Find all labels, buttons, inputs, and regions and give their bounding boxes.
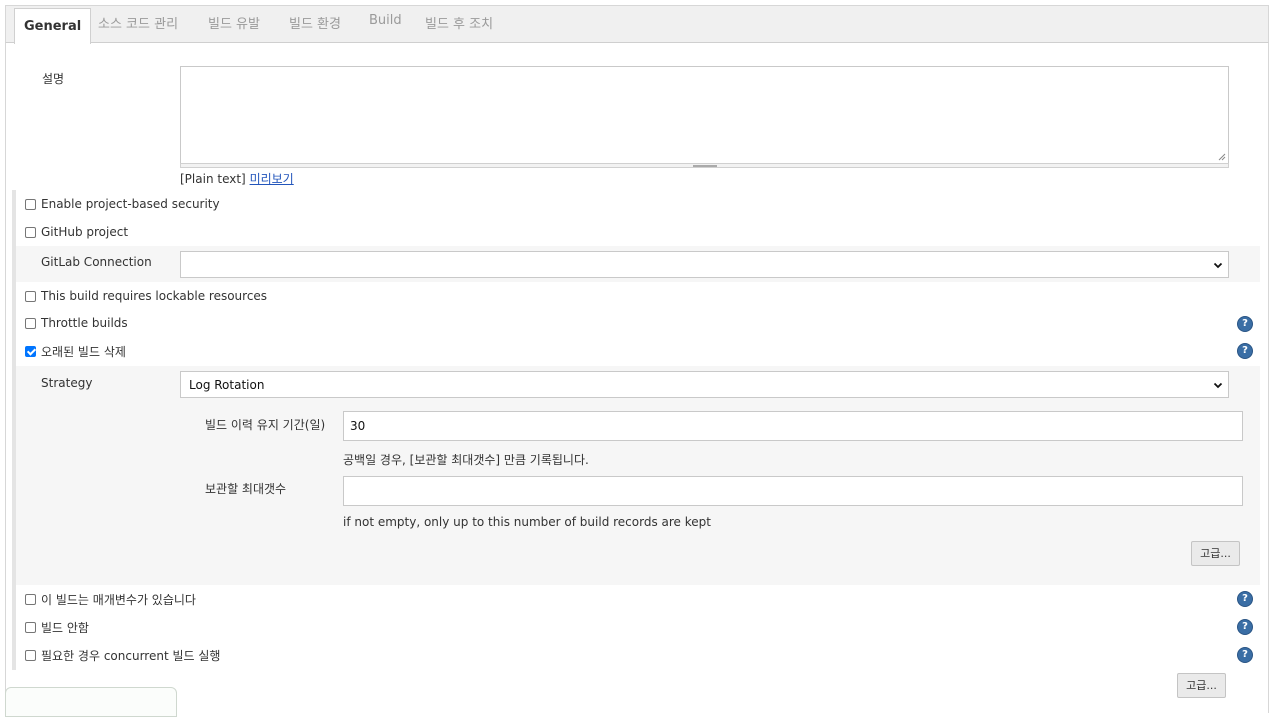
description-label: 설명: [42, 72, 65, 86]
parameterized-checkbox[interactable]: [25, 593, 36, 605]
strategy-advanced-button[interactable]: 고급...: [1191, 541, 1240, 566]
gitlab-connection-select[interactable]: [180, 251, 1229, 278]
tab-source-code-management[interactable]: 소스 코드 관리: [98, 13, 178, 32]
chevron-down-icon: [1213, 262, 1223, 269]
disable-build-checkbox[interactable]: [25, 621, 36, 633]
tab-build-triggers[interactable]: 빌드 유발: [208, 13, 260, 32]
textarea-resize-bar[interactable]: [180, 163, 1229, 168]
project-security-checkbox[interactable]: [25, 198, 36, 210]
preview-link[interactable]: 미리보기: [250, 172, 294, 186]
max-builds-label: 보관할 최대갯수: [205, 482, 287, 496]
option-throttle-builds[interactable]: Throttle builds: [25, 315, 128, 331]
tab-general[interactable]: General: [14, 8, 92, 44]
throttle-builds-label: Throttle builds: [41, 316, 128, 330]
discard-old-builds-checkbox[interactable]: [25, 345, 36, 357]
help-icon[interactable]: ?: [1238, 648, 1252, 662]
days-to-keep-value: 30: [350, 419, 366, 433]
option-lockable-resources[interactable]: This build requires lockable resources: [25, 288, 267, 304]
option-discard-old-builds[interactable]: 오래된 빌드 삭제: [25, 343, 126, 359]
throttle-builds-checkbox[interactable]: [25, 317, 36, 329]
help-icon[interactable]: ?: [1238, 592, 1252, 606]
project-security-label: Enable project-based security: [41, 197, 220, 211]
gitlab-connection-label: GitLab Connection: [41, 255, 152, 269]
help-icon[interactable]: ?: [1238, 317, 1252, 331]
strategy-label: Strategy: [41, 376, 93, 390]
discard-old-builds-label: 오래된 빌드 삭제: [41, 344, 126, 359]
description-textarea[interactable]: [180, 66, 1229, 164]
format-text: [Plain text]: [180, 172, 246, 186]
days-to-keep-hint: 공백일 경우, [보관할 최대갯수] 만큼 기록됩니다.: [343, 453, 589, 467]
option-disable-build[interactable]: 빌드 안함: [25, 619, 89, 635]
concurrent-builds-checkbox[interactable]: [25, 649, 36, 661]
max-builds-hint: if not empty, only up to this number of …: [343, 515, 711, 529]
help-icon[interactable]: ?: [1238, 620, 1252, 634]
advanced-button[interactable]: 고급...: [1177, 673, 1226, 698]
chevron-down-icon: [1213, 382, 1223, 389]
option-github-project[interactable]: GitHub project: [25, 224, 128, 240]
tab-post-build-actions[interactable]: 빌드 후 조치: [425, 13, 493, 32]
days-to-keep-input[interactable]: 30: [343, 411, 1243, 441]
github-project-label: GitHub project: [41, 225, 129, 239]
resize-corner-icon[interactable]: [1218, 153, 1226, 161]
max-builds-input[interactable]: [343, 476, 1243, 506]
parameterized-label: 이 빌드는 매개변수가 있습니다: [41, 592, 196, 607]
days-to-keep-label: 빌드 이력 유지 기간(일): [205, 418, 326, 432]
lockable-resources-label: This build requires lockable resources: [41, 289, 268, 303]
strategy-select[interactable]: Log Rotation: [180, 371, 1229, 398]
strategy-value: Log Rotation: [189, 377, 265, 392]
option-concurrent-builds[interactable]: 필요한 경우 concurrent 빌드 실행: [25, 647, 220, 663]
lockable-resources-checkbox[interactable]: [25, 290, 36, 302]
option-project-security[interactable]: Enable project-based security: [25, 196, 220, 212]
resize-grip-icon: [693, 165, 717, 167]
tab-build-environment[interactable]: 빌드 환경: [289, 13, 341, 32]
disable-build-label: 빌드 안함: [41, 620, 89, 635]
concurrent-builds-label: 필요한 경우 concurrent 빌드 실행: [41, 648, 221, 663]
format-info: [Plain text] 미리보기: [180, 170, 294, 187]
tab-bar: [5, 5, 1269, 43]
tab-build[interactable]: Build: [369, 13, 402, 28]
github-project-checkbox[interactable]: [25, 226, 36, 238]
option-parameterized[interactable]: 이 빌드는 매개변수가 있습니다: [25, 591, 196, 607]
save-button-bar[interactable]: [5, 687, 177, 717]
help-icon[interactable]: ?: [1238, 344, 1252, 358]
